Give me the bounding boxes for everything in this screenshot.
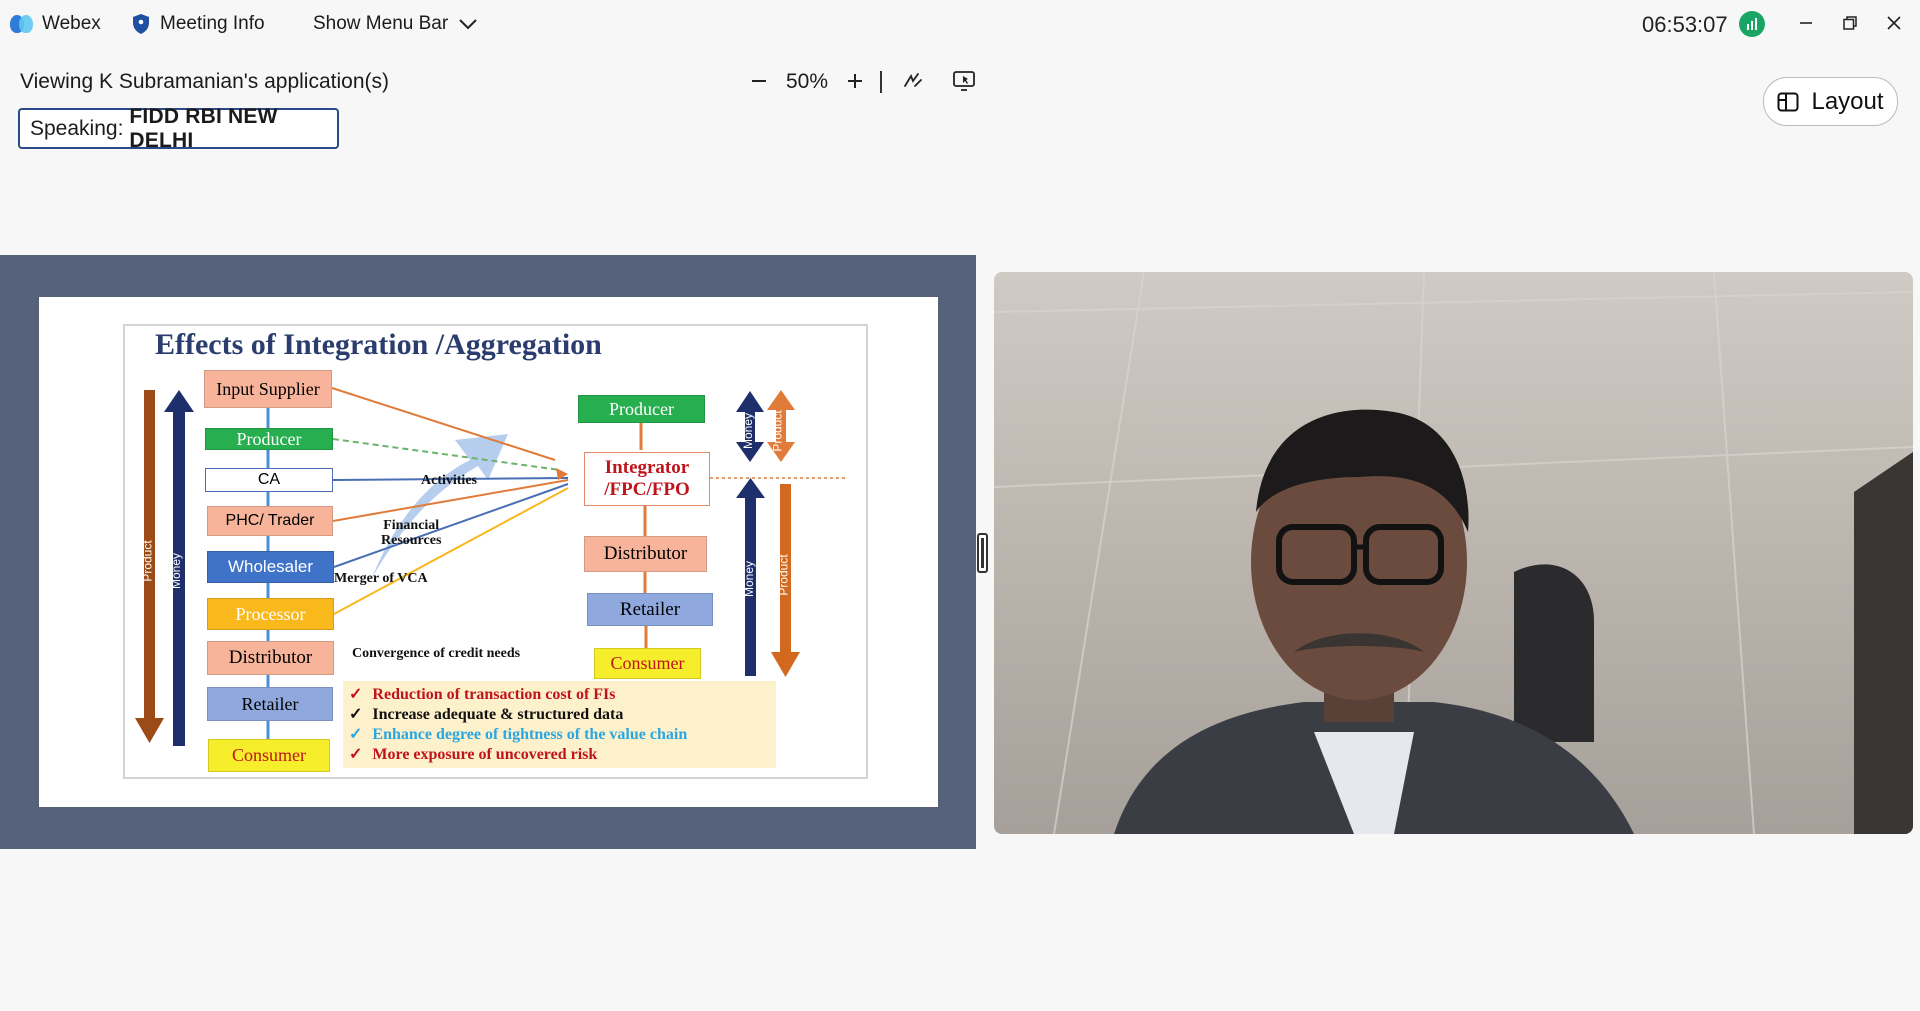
money-arrow-label-right-top: Money <box>741 412 756 450</box>
close-button[interactable] <box>1878 8 1910 38</box>
layout-button[interactable]: Layout <box>1763 77 1898 126</box>
checkmark-icon: ✓ <box>349 726 363 743</box>
minimize-icon <box>1800 22 1812 24</box>
close-icon <box>1887 16 1901 30</box>
checkmark-icon: ✓ <box>349 686 363 703</box>
benefit-item: ✓ Increase adequate & structured data <box>349 706 624 723</box>
restore-icon <box>1843 16 1857 30</box>
benefit-item: ✓ Enhance degree of tightness of the valu… <box>349 726 688 743</box>
checkmark-icon: ✓ <box>349 746 363 763</box>
layout-icon <box>1777 92 1799 111</box>
money-arrow-label-right-bottom: Money <box>742 560 757 598</box>
activities-label: Activities <box>421 473 477 488</box>
product-arrow-label-right-bottom: Product <box>776 554 791 596</box>
benefit-item: ✓ More exposure of uncovered risk <box>349 746 598 763</box>
pane-resize-handle[interactable] <box>977 533 988 573</box>
benefits-list: ✓ Reduction of transaction cost of FIs ✓ I… <box>343 681 776 768</box>
benefit-item: ✓ Reduction of transaction cost of FIs <box>349 686 616 703</box>
checkmark-icon: ✓ <box>349 706 363 723</box>
meeting-clock: 06:53:07 <box>1642 12 1728 37</box>
connection-signal-icon[interactable] <box>1739 11 1765 37</box>
money-arrow-label-left: Money <box>169 552 184 590</box>
convergence-label: Convergence of credit needs <box>352 646 521 661</box>
financial-resources-label: Financial Resources <box>381 518 442 548</box>
product-arrow-label-right-top: Product <box>770 410 785 452</box>
participant-video-feed <box>994 272 1913 834</box>
merger-label: Merger of VCA <box>334 571 428 586</box>
restore-button[interactable] <box>1834 8 1866 38</box>
minimize-button[interactable] <box>1790 8 1822 38</box>
layout-label: Layout <box>1811 87 1884 115</box>
product-arrow-label-left: Product <box>140 540 155 582</box>
participant-video-tile[interactable] <box>994 272 1913 834</box>
